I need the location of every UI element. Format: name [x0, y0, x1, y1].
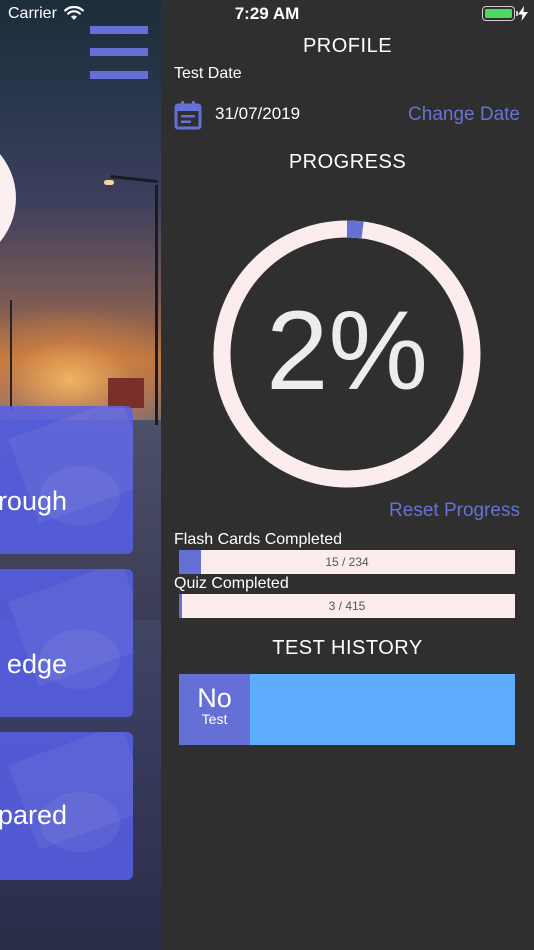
change-date-button[interactable]: Change Date	[408, 104, 520, 126]
test-history-title: TEST HISTORY	[272, 637, 423, 659]
page-title: PROFILE	[302, 35, 393, 57]
battery-icon	[482, 6, 518, 21]
nav-card-label: hrough	[0, 486, 67, 516]
street-lamp-head	[104, 180, 114, 185]
nav-card-prepared[interactable]: prepared	[0, 732, 133, 880]
road-sign	[108, 378, 144, 408]
nav-card-label: prepared	[0, 800, 67, 830]
avatar[interactable]	[0, 130, 16, 266]
progress-title: PROGRESS	[288, 151, 407, 173]
nav-card-label: edge	[6, 649, 67, 679]
test-date-label: Test Date	[174, 65, 242, 82]
status-time: 7:29 AM	[234, 4, 300, 23]
reset-progress-button[interactable]: Reset Progress	[389, 500, 520, 522]
nav-card-walkthrough[interactable]: hrough	[0, 406, 133, 554]
status-bar: Carrier 7:29 AM	[0, 0, 534, 28]
no-test-badge: No Test	[179, 674, 250, 745]
test-history-item[interactable]: No Test	[179, 674, 515, 745]
quiz-label: Quiz Completed	[174, 575, 289, 592]
quiz-count: 3 / 415	[328, 599, 366, 613]
test-date-value: 31/07/2019	[215, 104, 301, 123]
no-test-badge-subtitle: Test	[201, 711, 228, 727]
flash-cards-progress-bar: 15 / 234	[179, 550, 515, 574]
progress-percent: 2%	[266, 287, 428, 413]
street-lamp-pole	[155, 185, 158, 425]
flash-cards-label: Flash Cards Completed	[174, 531, 343, 548]
background-screen: hrough edge prepared	[0, 0, 161, 950]
nav-card-knowledge[interactable]: edge	[0, 569, 133, 717]
quiz-progress-bar: 3 / 415	[179, 594, 515, 618]
charging-bolt-icon	[518, 6, 528, 21]
flash-cards-count: 15 / 234	[325, 555, 369, 569]
no-test-badge-title: No	[197, 683, 232, 713]
street-lamp-arm	[110, 174, 159, 183]
hamburger-menu-icon[interactable]	[90, 26, 148, 84]
calendar-icon[interactable]	[173, 100, 203, 130]
background-pole	[10, 300, 12, 410]
